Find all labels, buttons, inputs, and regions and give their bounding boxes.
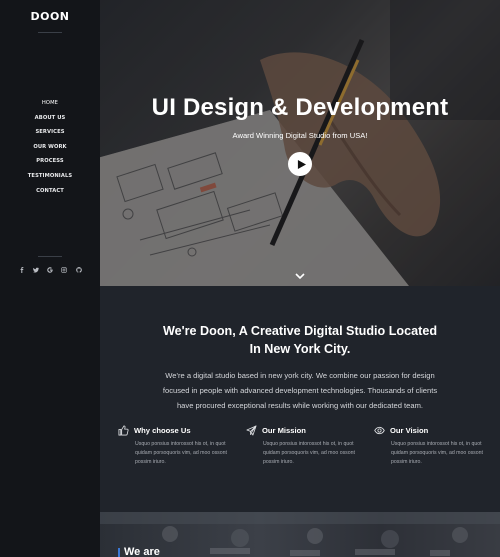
play-video-button[interactable]	[288, 152, 312, 176]
about-description: We're a digital studio based in new york…	[150, 368, 450, 413]
features-row: Why choose Us Usquo ponsius intorossot h…	[118, 424, 490, 467]
twitter-icon[interactable]	[32, 266, 39, 273]
paper-plane-icon	[246, 425, 257, 435]
play-icon	[297, 159, 306, 169]
social-divider	[38, 256, 62, 257]
feature-title: Why choose Us	[134, 425, 191, 435]
nav-item-services[interactable]: SERVICES	[0, 125, 100, 140]
nav-item-testimonials[interactable]: TESTIMONIALS	[0, 169, 100, 184]
about-desc-line-1: We're a digital studio based in new york…	[165, 371, 435, 380]
feature-why-choose-us: Why choose Us Usquo ponsius intorossot h…	[118, 424, 234, 467]
nav-item-about-us[interactable]: ABOUT US	[0, 111, 100, 126]
social-links	[18, 266, 82, 273]
feature-text: Usquo ponsius intorossot his ot, in quot…	[391, 441, 483, 465]
about-title-line-1: We're Doon, A Creative Digital Studio Lo…	[162, 324, 438, 338]
logo-divider	[38, 32, 62, 33]
thumbs-up-icon	[118, 425, 129, 435]
nav-item-our-work[interactable]: OUR WORK	[0, 140, 100, 155]
instagram-icon[interactable]	[61, 266, 68, 273]
nav-item-home[interactable]: HOME	[0, 96, 100, 111]
about-desc-line-2: focused in people with advanced developm…	[162, 386, 438, 395]
hero-subtitle: Award Winning Digital Studio from USA!	[232, 131, 368, 140]
sidebar: DOON HOME ABOUT US SERVICES OUR WORK PRO…	[0, 0, 100, 557]
eye-icon	[374, 426, 385, 434]
accent-bar	[118, 548, 120, 557]
feature-title: Our Mission	[262, 425, 306, 435]
brand-logo[interactable]: DOON	[0, 10, 100, 23]
feature-our-vision: Our Vision Usquo ponsius intorossot his …	[374, 424, 490, 467]
github-icon[interactable]	[75, 266, 82, 273]
feature-text: Usquo ponsius intorossot his ot, in quot…	[263, 441, 355, 465]
about-section: We're Doon, A Creative Digital Studio Lo…	[100, 286, 500, 512]
section-heading: We are	[124, 546, 160, 557]
google-icon[interactable]	[47, 266, 54, 273]
hero-overlay	[100, 0, 500, 286]
nav-item-contact[interactable]: CONTACT	[0, 184, 100, 199]
chevron-down-icon[interactable]	[294, 272, 306, 280]
nav-item-process[interactable]: PROCESS	[0, 154, 100, 169]
feature-text: Usquo ponsius intorossot his ot, in quot…	[135, 441, 227, 465]
feature-our-mission: Our Mission Usquo ponsius intorossot his…	[246, 424, 362, 467]
hero-title: UI Design & Development	[151, 94, 449, 121]
about-title: We're Doon, A Creative Digital Studio Lo…	[140, 322, 460, 358]
next-section-preview: We are	[100, 512, 500, 557]
main-nav: HOME ABOUT US SERVICES OUR WORK PROCESS …	[0, 96, 100, 198]
team-background-photo	[100, 512, 500, 556]
about-title-line-2: In New York City.	[249, 342, 351, 356]
facebook-icon[interactable]	[18, 266, 25, 273]
about-desc-line-3: have procured exceptional results while …	[176, 401, 424, 410]
hero-section: UI Design & Development Award Winning Di…	[100, 0, 500, 286]
feature-title: Our Vision	[390, 425, 429, 435]
